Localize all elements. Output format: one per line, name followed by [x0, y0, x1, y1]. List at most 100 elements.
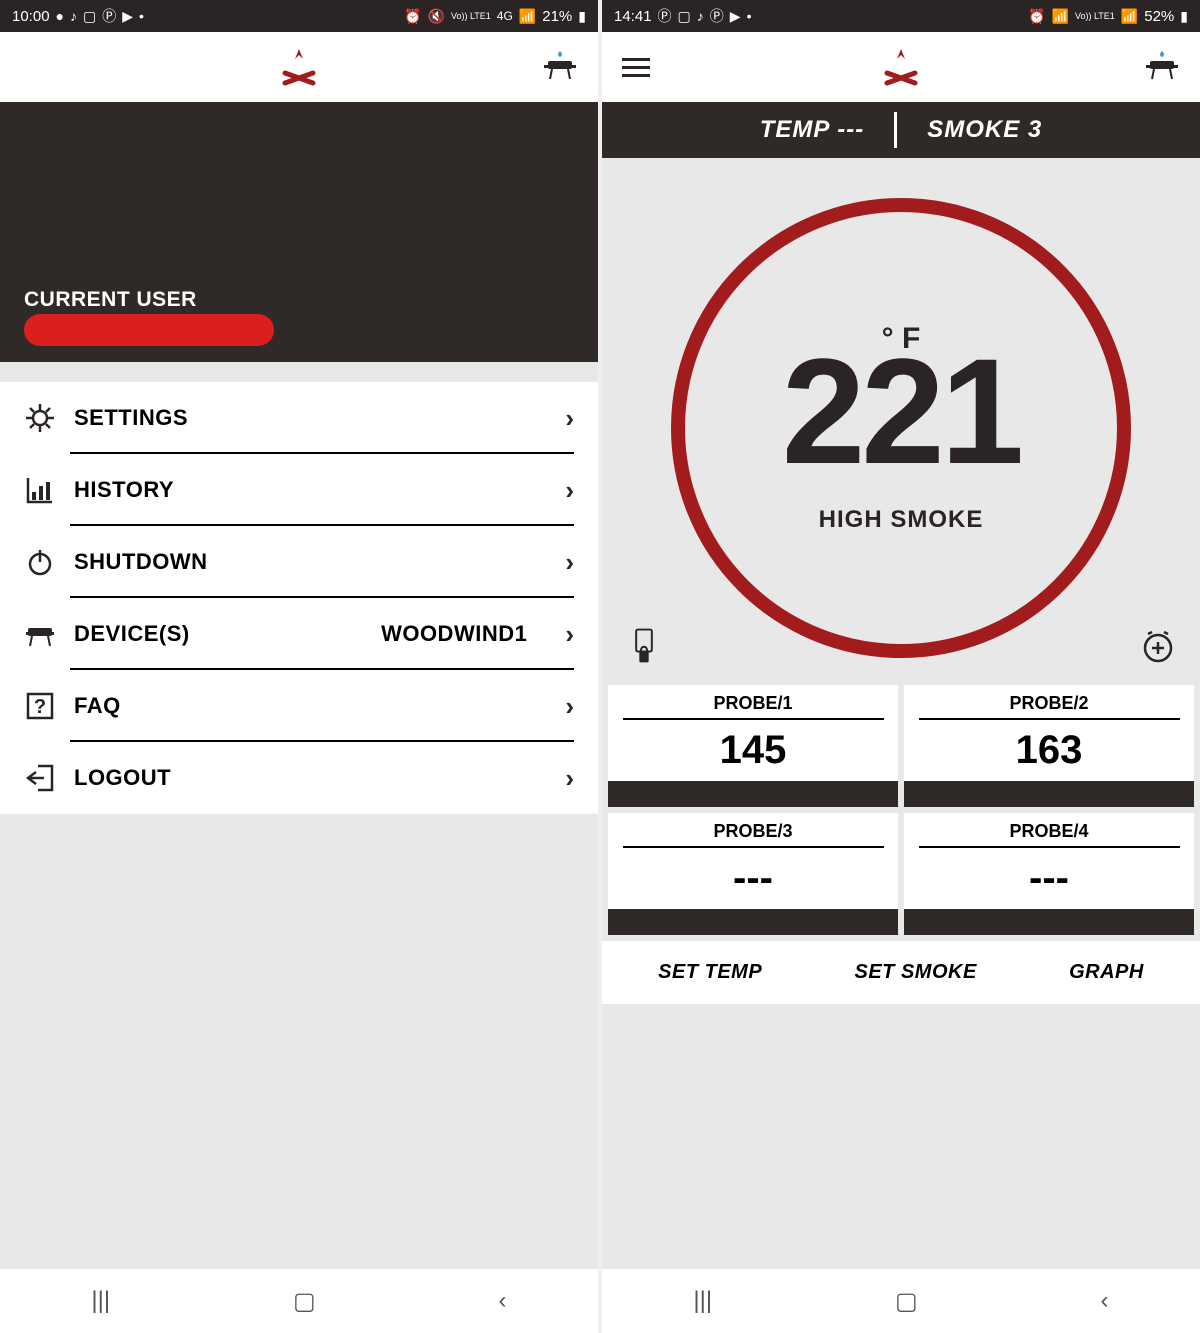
app-header: [0, 32, 598, 102]
divider: [894, 112, 897, 148]
probe-2[interactable]: PROBE/2 163: [904, 685, 1194, 807]
smoke-mode: HIGH SMOKE: [819, 506, 984, 534]
menu-list: SETTINGS › HISTORY › SHUTDOWN › DEVICE(S…: [0, 382, 598, 814]
logout-icon: [24, 762, 56, 794]
probe-label: PROBE/2: [904, 685, 1194, 718]
power-icon: [24, 546, 56, 578]
chevron-right-icon: ›: [565, 403, 574, 434]
alarm-icon: ⏰: [1028, 8, 1045, 25]
probe-bar: [904, 781, 1194, 807]
add-timer-button[interactable]: [1140, 628, 1176, 669]
menu-item-faq[interactable]: ? FAQ ›: [0, 670, 598, 742]
youtube-icon: ▶: [122, 8, 133, 25]
alarm-icon: ⏰: [404, 8, 421, 25]
chevron-right-icon: ›: [565, 547, 574, 578]
tiktok-icon: ♪: [697, 8, 704, 24]
graph-button[interactable]: GRAPH: [1069, 961, 1144, 984]
youtube-icon: ▶: [730, 8, 741, 25]
menu-item-settings[interactable]: SETTINGS ›: [0, 382, 598, 454]
pinterest-icon: Ⓟ: [102, 6, 116, 26]
user-name-redacted: [24, 314, 274, 346]
brand-logo-icon: [879, 45, 923, 89]
menu-label: FAQ: [74, 693, 547, 719]
status-time: 10:00: [12, 8, 50, 25]
probe-bar: [904, 909, 1194, 935]
probe-bar: [608, 781, 898, 807]
battery-icon: ▮: [1180, 8, 1188, 25]
android-nav-bar: ||| ▢ ‹: [0, 1269, 598, 1333]
ring-icon: ▢: [678, 8, 691, 25]
device-name: WOODWIND1: [381, 621, 527, 647]
gear-icon: [24, 402, 56, 434]
network-type: 4G: [497, 9, 513, 23]
phone-right: 14:41 Ⓟ ▢ ♪ Ⓟ ▶ • ⏰ 📶 Vo)) LTE1 📶 52% ▮ …: [602, 0, 1200, 1333]
svg-text:?: ?: [34, 696, 46, 718]
status-time: 14:41: [614, 8, 652, 25]
lock-button[interactable]: [626, 628, 662, 669]
menu-button[interactable]: [622, 58, 650, 77]
menu-item-shutdown[interactable]: SHUTDOWN ›: [0, 526, 598, 598]
probe-value: 145: [720, 720, 787, 781]
messenger-icon: ●: [56, 8, 64, 24]
probe-bar: [608, 909, 898, 935]
more-icon: •: [139, 8, 144, 24]
status-bar: 14:41 Ⓟ ▢ ♪ Ⓟ ▶ • ⏰ 📶 Vo)) LTE1 📶 52% ▮: [602, 0, 1200, 32]
nav-home-icon[interactable]: ▢: [293, 1287, 316, 1316]
menu-label: DEVICE(S): [74, 621, 363, 647]
temperature-gauge[interactable]: ° F 221 HIGH SMOKE: [671, 198, 1131, 658]
android-nav-bar: ||| ▢ ‹: [602, 1269, 1200, 1333]
probes-grid: PROBE/1 145 PROBE/2 163 PROBE/3 --- PROB…: [602, 679, 1200, 941]
probe-1[interactable]: PROBE/1 145: [608, 685, 898, 807]
set-temp-button[interactable]: SET TEMP: [658, 961, 762, 984]
chevron-right-icon: ›: [565, 619, 574, 650]
smoke-setting[interactable]: SMOKE 3: [927, 116, 1042, 144]
tiktok-icon: ♪: [70, 8, 77, 24]
nav-home-icon[interactable]: ▢: [895, 1287, 918, 1316]
probe-label: PROBE/4: [904, 813, 1194, 846]
menu-item-history[interactable]: HISTORY ›: [0, 454, 598, 526]
probe-value: ---: [733, 848, 773, 909]
battery-icon: ▮: [578, 8, 586, 25]
nav-recent-icon[interactable]: |||: [693, 1287, 712, 1315]
set-smoke-button[interactable]: SET SMOKE: [854, 961, 976, 984]
menu-label: LOGOUT: [74, 765, 547, 791]
probe-3[interactable]: PROBE/3 ---: [608, 813, 898, 935]
bottom-actions: SET TEMP SET SMOKE GRAPH: [602, 941, 1200, 1004]
probe-value: 163: [1016, 720, 1083, 781]
nav-back-icon[interactable]: ‹: [499, 1287, 507, 1315]
lte-icon: Vo)) LTE1: [1075, 11, 1115, 21]
status-bar: 10:00 ● ♪ ▢ Ⓟ ▶ • ⏰ 🔇 Vo)) LTE1 4G 📶 21%…: [0, 0, 598, 32]
hamburger-icon: [622, 58, 650, 77]
header-grill-button[interactable]: [1144, 47, 1180, 88]
battery-percent: 52%: [1144, 8, 1174, 25]
temp-smoke-bar: TEMP --- SMOKE 3: [602, 102, 1200, 158]
ring-icon: ▢: [83, 8, 96, 25]
menu-item-devices[interactable]: DEVICE(S) WOODWIND1 ›: [0, 598, 598, 670]
temp-setting[interactable]: TEMP ---: [760, 116, 864, 144]
probe-label: PROBE/1: [608, 685, 898, 718]
pinterest-icon: Ⓟ: [710, 6, 724, 26]
wifi-icon: 📶: [1052, 8, 1069, 25]
app-header: [602, 32, 1200, 102]
nav-recent-icon[interactable]: |||: [91, 1287, 110, 1315]
battery-percent: 21%: [542, 8, 572, 25]
menu-item-logout[interactable]: LOGOUT ›: [0, 742, 598, 814]
pinterest-icon: Ⓟ: [658, 6, 672, 26]
temp-value: 221: [782, 336, 1020, 486]
probe-value: ---: [1029, 848, 1069, 909]
grill-icon: [24, 618, 56, 650]
phone-left: 10:00 ● ♪ ▢ Ⓟ ▶ • ⏰ 🔇 Vo)) LTE1 4G 📶 21%…: [0, 0, 598, 1333]
user-panel: CURRENT USER: [0, 102, 598, 362]
more-icon: •: [747, 8, 752, 24]
header-grill-button[interactable]: [542, 47, 578, 88]
menu-label: SETTINGS: [74, 405, 547, 431]
signal-icon: 📶: [1121, 8, 1138, 25]
probe-4[interactable]: PROBE/4 ---: [904, 813, 1194, 935]
help-icon: ?: [24, 690, 56, 722]
chart-icon: [24, 474, 56, 506]
chevron-right-icon: ›: [565, 763, 574, 794]
nav-back-icon[interactable]: ‹: [1101, 1287, 1109, 1315]
current-user-label: CURRENT USER: [24, 288, 574, 312]
lte-icon: Vo)) LTE1: [451, 11, 491, 21]
brand-logo-icon: [277, 45, 321, 89]
